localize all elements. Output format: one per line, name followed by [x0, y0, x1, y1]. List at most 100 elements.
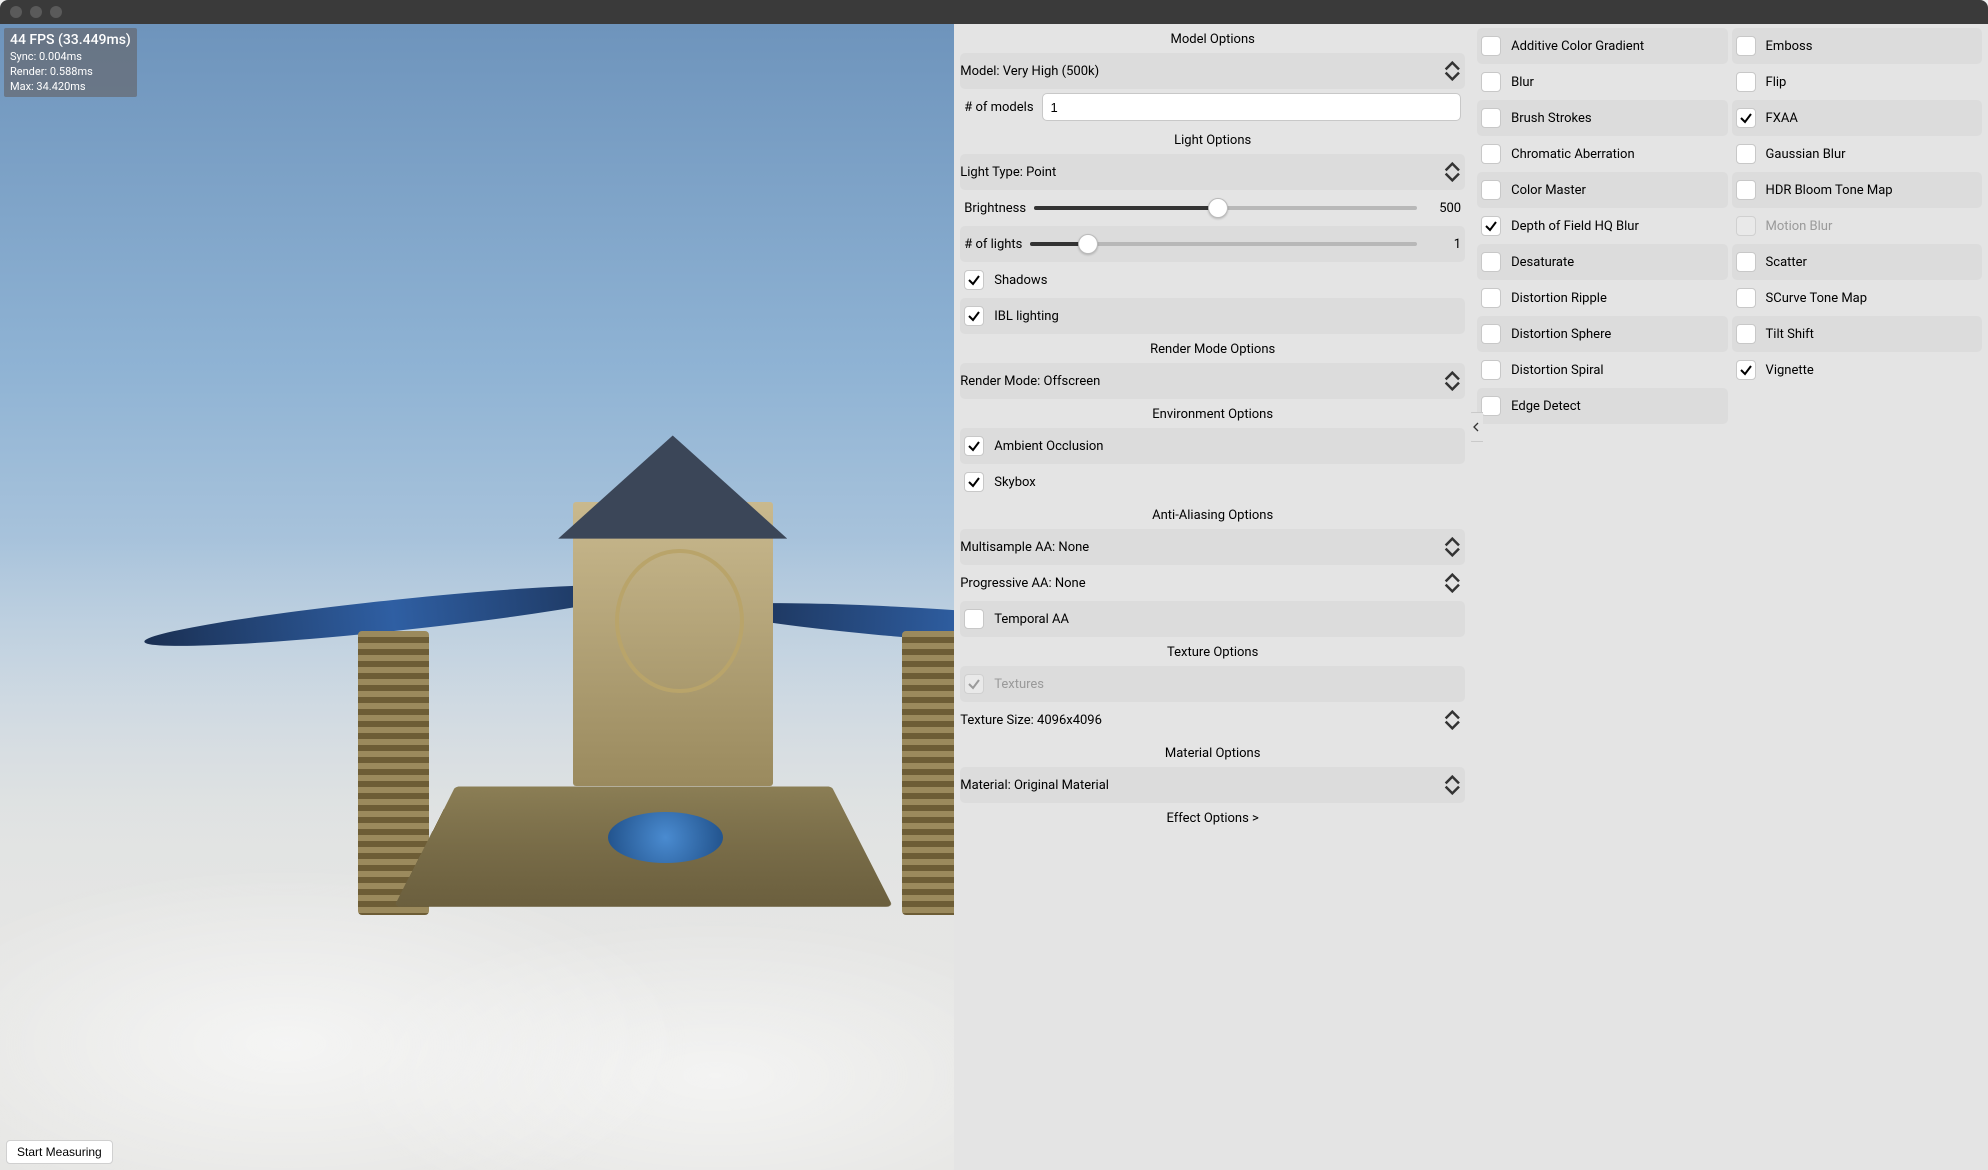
effect-label: Distortion Sphere [1511, 327, 1611, 342]
ibl-checkbox[interactable] [964, 306, 984, 326]
aa-options-header: Anti-Aliasing Options [960, 500, 1465, 529]
effect-options-link[interactable]: Effect Options > [960, 803, 1465, 832]
effect-checkbox[interactable] [1481, 216, 1501, 236]
effect-checkbox[interactable] [1481, 396, 1501, 416]
zoom-window-button[interactable] [50, 6, 62, 18]
effect-row: Chromatic Aberration [1477, 136, 1727, 172]
effect-row: Gaussian Blur [1732, 136, 1982, 172]
num-lights-slider[interactable] [1030, 242, 1417, 246]
textures-label: Textures [994, 677, 1044, 692]
start-measuring-button[interactable]: Start Measuring [6, 1140, 113, 1164]
effects-panel: Additive Color Gradient Blur Brush Strokes… [1471, 24, 1988, 1170]
effect-row: Distortion Spiral [1477, 352, 1727, 388]
effect-row: Desaturate [1477, 244, 1727, 280]
effect-label: Desaturate [1511, 255, 1574, 270]
material-options-header: Material Options [960, 738, 1465, 767]
effect-checkbox[interactable] [1481, 360, 1501, 380]
brightness-label: Brightness [964, 201, 1034, 216]
effect-row: Edge Detect [1477, 388, 1727, 424]
effect-checkbox[interactable] [1481, 288, 1501, 308]
model-options-header: Model Options [960, 24, 1465, 53]
fps-overlay: 44 FPS (33.449ms) Sync: 0.004ms Render: … [4, 28, 137, 97]
effect-row: Brush Strokes [1477, 100, 1727, 136]
render-mode-header: Render Mode Options [960, 334, 1465, 363]
effect-label: SCurve Tone Map [1766, 291, 1868, 306]
fps-headline: 44 FPS (33.449ms) [10, 31, 131, 50]
effect-label: Scatter [1766, 255, 1807, 270]
effect-label: Gaussian Blur [1766, 147, 1846, 162]
close-window-button[interactable] [10, 6, 22, 18]
shadows-checkbox[interactable] [964, 270, 984, 290]
material-dropdown[interactable]: Material: Original Material [960, 767, 1465, 803]
effect-row: Distortion Ripple [1477, 280, 1727, 316]
render-mode-dropdown[interactable]: Render Mode: Offscreen [960, 363, 1465, 399]
effect-label: Color Master [1511, 183, 1586, 198]
effect-checkbox[interactable] [1736, 144, 1756, 164]
progressive-aa-dropdown[interactable]: Progressive AA: None [960, 565, 1465, 601]
effect-checkbox[interactable] [1736, 36, 1756, 56]
effect-row: Vignette [1732, 352, 1982, 388]
effect-checkbox[interactable] [1736, 108, 1756, 128]
chevron-updown-icon [1443, 162, 1461, 182]
panel-collapse-handle[interactable] [1471, 412, 1483, 442]
effect-row: Distortion Sphere [1477, 316, 1727, 352]
settings-panel: Model Options Model: Very High (500k) # … [954, 24, 1471, 1170]
effect-checkbox[interactable] [1481, 180, 1501, 200]
effect-checkbox [1736, 216, 1756, 236]
progressive-aa-label: Progressive AA: None [960, 576, 1085, 591]
light-type-dropdown[interactable]: Light Type: Point [960, 154, 1465, 190]
effect-checkbox[interactable] [1736, 180, 1756, 200]
effect-row: Scatter [1732, 244, 1982, 280]
effect-row: Flip [1732, 64, 1982, 100]
temporal-aa-checkbox[interactable] [964, 609, 984, 629]
minimize-window-button[interactable] [30, 6, 42, 18]
texture-size-label: Texture Size: 4096x4096 [960, 713, 1102, 728]
texture-size-dropdown[interactable]: Texture Size: 4096x4096 [960, 702, 1465, 738]
msaa-dropdown[interactable]: Multisample AA: None [960, 529, 1465, 565]
effect-row: FXAA [1732, 100, 1982, 136]
render-viewport[interactable]: 44 FPS (33.449ms) Sync: 0.004ms Render: … [0, 24, 954, 1170]
effect-checkbox[interactable] [1481, 144, 1501, 164]
effect-label: Brush Strokes [1511, 111, 1592, 126]
chevron-updown-icon [1443, 61, 1461, 81]
effect-checkbox[interactable] [1736, 288, 1756, 308]
texture-options-header: Texture Options [960, 637, 1465, 666]
window-body: 44 FPS (33.449ms) Sync: 0.004ms Render: … [0, 24, 1988, 1170]
chevron-updown-icon [1443, 710, 1461, 730]
chevron-updown-icon [1443, 775, 1461, 795]
skybox-checkbox[interactable] [964, 472, 984, 492]
effect-label: Blur [1511, 75, 1534, 90]
effect-label: Distortion Spiral [1511, 363, 1603, 378]
num-models-input[interactable] [1042, 93, 1462, 121]
fps-max: Max: 34.420ms [10, 80, 131, 95]
effect-checkbox[interactable] [1481, 72, 1501, 92]
effect-row: Depth of Field HQ Blur [1477, 208, 1727, 244]
effect-row: Emboss [1732, 28, 1982, 64]
fps-sync: Sync: 0.004ms [10, 50, 131, 65]
effect-label: HDR Bloom Tone Map [1766, 183, 1893, 198]
effect-checkbox[interactable] [1481, 36, 1501, 56]
effect-checkbox[interactable] [1481, 324, 1501, 344]
temporal-aa-label: Temporal AA [994, 612, 1069, 627]
effect-row: HDR Bloom Tone Map [1732, 172, 1982, 208]
ibl-label: IBL lighting [994, 309, 1059, 324]
effect-checkbox[interactable] [1736, 252, 1756, 272]
textures-row: Textures [960, 666, 1465, 702]
effect-row: SCurve Tone Map [1732, 280, 1982, 316]
num-models-row: # of models [960, 89, 1465, 125]
num-models-label: # of models [964, 100, 1041, 115]
effect-row: Motion Blur [1732, 208, 1982, 244]
effect-checkbox[interactable] [1736, 360, 1756, 380]
effect-row: Additive Color Gradient [1477, 28, 1727, 64]
brightness-value: 500 [1417, 201, 1461, 216]
shadows-label: Shadows [994, 273, 1047, 288]
model-dropdown[interactable]: Model: Very High (500k) [960, 53, 1465, 89]
effect-checkbox[interactable] [1736, 324, 1756, 344]
fps-render: Render: 0.588ms [10, 65, 131, 80]
effect-checkbox[interactable] [1481, 108, 1501, 128]
ao-checkbox[interactable] [964, 436, 984, 456]
brightness-slider[interactable] [1034, 206, 1417, 210]
effect-label: Emboss [1766, 39, 1813, 54]
effect-checkbox[interactable] [1481, 252, 1501, 272]
effect-checkbox[interactable] [1736, 72, 1756, 92]
